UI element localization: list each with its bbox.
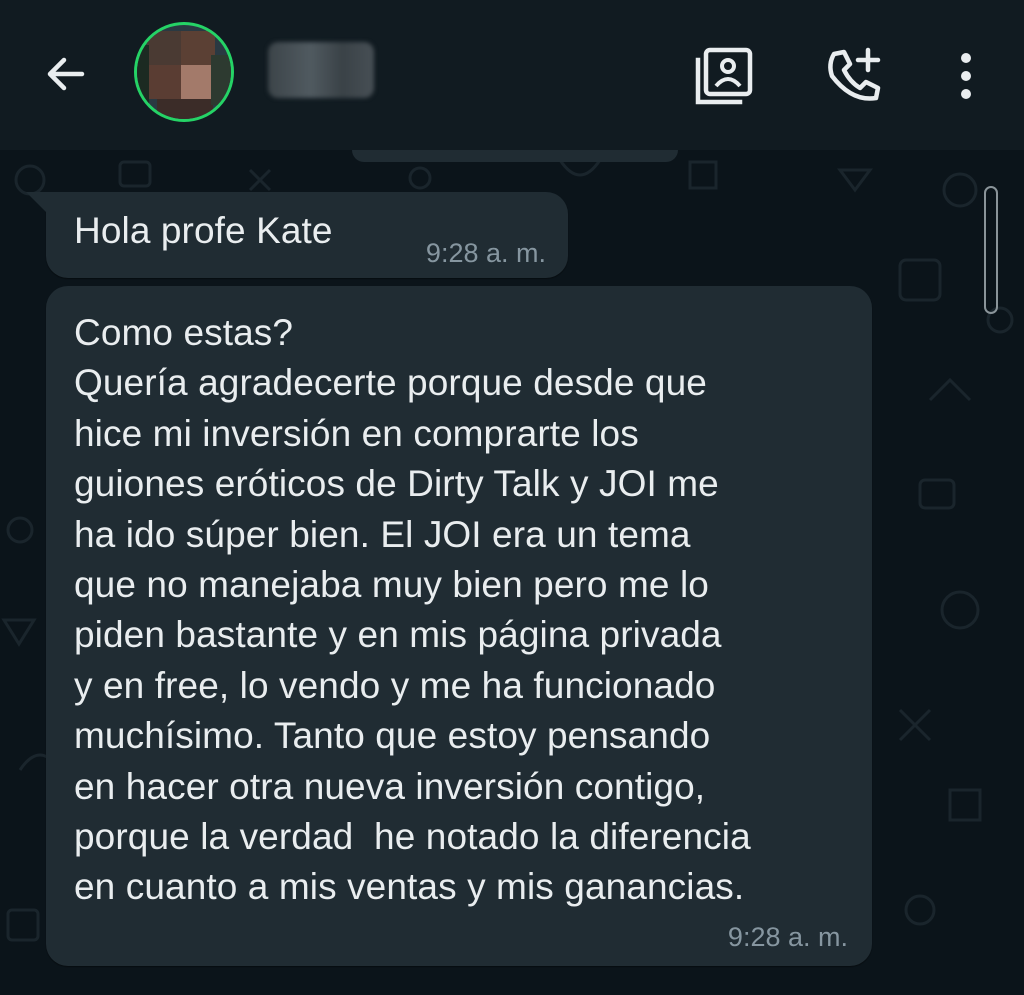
chat-header xyxy=(0,0,1024,150)
message-timestamp: 9:28 a. m. xyxy=(727,922,848,952)
back-arrow-icon[interactable] xyxy=(38,48,90,100)
message-timestamp: 9:28 a. m. xyxy=(425,238,546,268)
bubble-tail xyxy=(26,192,48,214)
contact-avatar[interactable] xyxy=(134,22,234,122)
add-call-icon[interactable] xyxy=(824,46,884,106)
message-text: Como estas? Quería agradecerte porque de… xyxy=(74,312,751,908)
contact-name-redacted[interactable] xyxy=(268,42,374,98)
video-call-icon[interactable] xyxy=(694,46,754,106)
message-text: Hola profe Kate xyxy=(74,210,333,251)
chat-scrollbar[interactable] xyxy=(984,186,998,314)
previous-message-bubble-edge xyxy=(352,150,678,162)
more-options-icon[interactable] xyxy=(936,46,996,106)
message-bubble[interactable]: Hola profe Kate 9:28 a. m. xyxy=(26,192,568,278)
message-bubble[interactable]: Como estas? Quería agradecerte porque de… xyxy=(46,286,872,966)
